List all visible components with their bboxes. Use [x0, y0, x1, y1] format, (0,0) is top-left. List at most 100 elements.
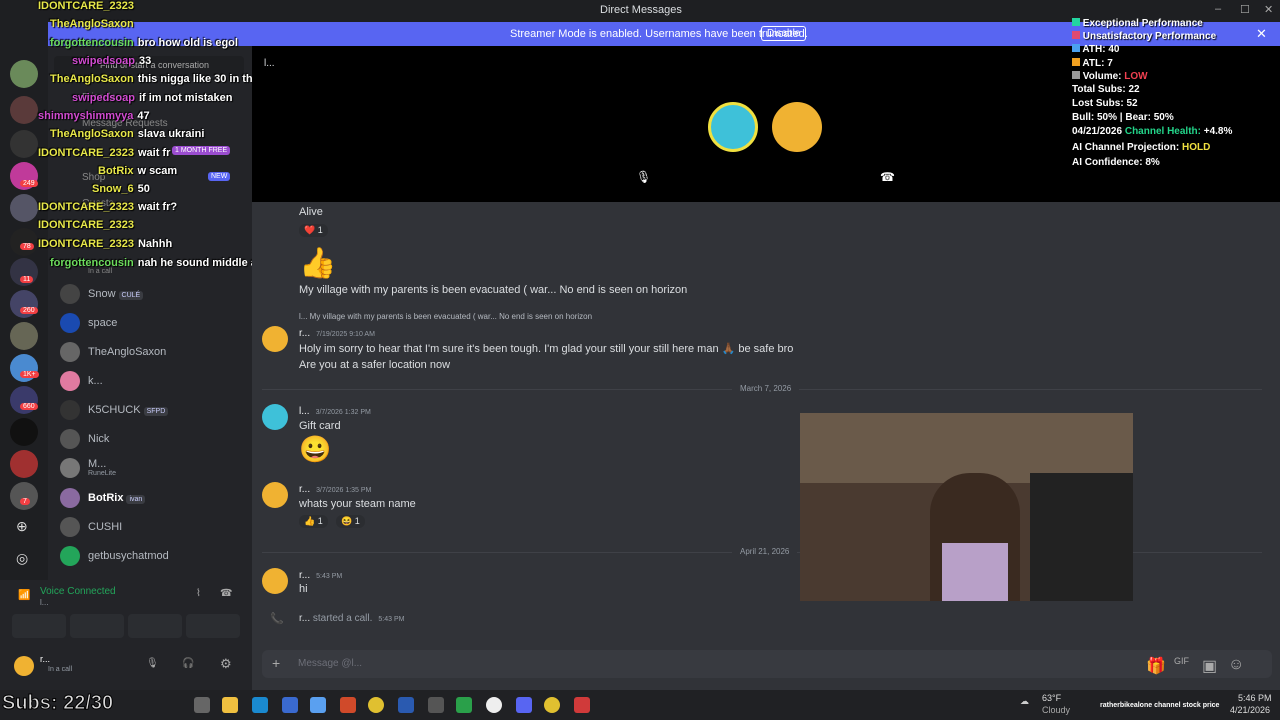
add-server-icon[interactable]: ⊕ — [16, 518, 28, 535]
dm-item[interactable]: K5CHUCK SFPD — [60, 398, 250, 424]
reply-reference[interactable]: l... My village with my parents is been … — [299, 312, 592, 321]
discover-icon[interactable]: ◎ — [16, 550, 28, 567]
add-attachment-icon[interactable]: + — [272, 655, 280, 671]
participant-avatar[interactable] — [708, 102, 758, 152]
settings-gear-icon[interactable]: ⚙ — [220, 656, 232, 672]
mic-icon[interactable]: 🎙 — [146, 658, 159, 669]
voice-channel: l... — [40, 598, 49, 607]
dm-item[interactable]: Nick — [60, 427, 250, 453]
dm-item[interactable]: BotRix ivan — [60, 486, 250, 512]
dm-item[interactable]: M... RuneLite — [60, 456, 250, 482]
edge-icon[interactable] — [252, 697, 268, 713]
activities-button[interactable] — [128, 614, 182, 638]
message-text: Are you at a safer location now — [299, 359, 451, 371]
message-author: l... 3/7/2026 1:32 PM — [299, 406, 371, 417]
disable-button[interactable]: Disable — [761, 26, 807, 41]
atl-stat: ATL: 7 — [1072, 58, 1113, 69]
server-icon[interactable] — [10, 322, 38, 350]
app-icon[interactable] — [310, 697, 326, 713]
server-icon[interactable] — [10, 482, 38, 510]
discord-icon[interactable] — [516, 697, 532, 713]
voice-status: Voice Connected — [40, 586, 116, 597]
bull-bear: Bull: 50% | Bear: 50% — [1072, 112, 1174, 123]
message-text: My village with my parents is been evacu… — [299, 284, 688, 296]
microphone-icon: 🎙 — [636, 170, 652, 184]
dm-item[interactable]: space — [60, 311, 250, 337]
dm-item[interactable]: k... — [60, 369, 250, 395]
file-explorer-icon[interactable] — [222, 697, 238, 713]
volume-stat: Volume: LOW — [1072, 71, 1148, 82]
reaction[interactable]: ❤️ 1 — [299, 224, 328, 237]
screenshare-button[interactable] — [70, 614, 124, 638]
dm-name: k... — [88, 375, 103, 387]
dm-item[interactable]: getbusychatmod — [60, 544, 250, 570]
dm-item[interactable]: CUSHI — [60, 515, 250, 541]
weather-temp: 63°F — [1042, 693, 1062, 703]
word-icon[interactable] — [398, 697, 414, 713]
avatar[interactable] — [262, 482, 288, 508]
avatar[interactable] — [262, 568, 288, 594]
disconnect-icon[interactable]: ☎ — [220, 588, 232, 599]
message-text: Holy im sorry to hear that I'm sure it's… — [299, 343, 794, 355]
taskbar: Subs: 22/30 ☁ 63°F Cloudy ratherbikealon… — [0, 690, 1280, 720]
server-badge: 260 — [20, 307, 38, 314]
smile-emoji: 😀 — [299, 434, 332, 464]
chat-line: Snow_6 50 — [92, 183, 150, 195]
avatar[interactable] — [262, 326, 288, 352]
chrome-icon[interactable] — [368, 697, 384, 713]
app-icon[interactable] — [340, 697, 356, 713]
participant-avatar[interactable] — [772, 102, 822, 152]
reaction[interactable]: 😆 1 — [336, 515, 365, 528]
stock-ticker: ratherbikealone channel stock price — [1100, 702, 1220, 709]
composer: + Message @l... 🎁 GIF ▣ ☺ — [252, 642, 1280, 690]
chat-line: TheAngloSaxon — [50, 18, 134, 30]
app-icon[interactable] — [486, 697, 502, 713]
clock-date: 4/21/2026 — [1230, 705, 1271, 715]
avatar[interactable] — [14, 656, 34, 676]
chat-line: BotRix w scam — [98, 165, 178, 177]
chat-line: swipedsoap if im not mistaken — [72, 92, 233, 104]
message-text: whats your steam name — [299, 498, 416, 510]
app-icon[interactable] — [428, 697, 444, 713]
total-subs: Total Subs: 22 — [1072, 84, 1140, 95]
channel-health: 04/21/2026 Channel Health: +4.8% — [1072, 126, 1233, 137]
headphones-icon[interactable]: 🎧 — [182, 658, 194, 669]
camera-button[interactable] — [12, 614, 66, 638]
taskview-icon[interactable] — [194, 697, 210, 713]
message-input[interactable]: + Message @l... 🎁 GIF ▣ ☺ — [262, 650, 1272, 678]
maximize-icon[interactable]: ☐ — [1240, 3, 1250, 16]
xbox-icon[interactable] — [456, 697, 472, 713]
dm-name: TheAngloSaxon — [88, 346, 167, 358]
dm-name: CUSHI — [88, 521, 123, 533]
store-icon[interactable] — [282, 697, 298, 713]
app-icon[interactable] — [574, 697, 590, 713]
chat-line: forgottencousin bro how old is egol — [50, 37, 238, 49]
stats-overlay: Exceptional Performance Unsatisfactory P… — [1068, 16, 1280, 176]
emoji-icon[interactable]: ☺ — [1228, 656, 1244, 674]
dm-item[interactable]: TheAngloSaxon — [60, 340, 250, 366]
minimize-icon[interactable]: – — [1215, 3, 1221, 15]
reaction[interactable]: 👍 1 — [299, 515, 328, 528]
close-icon[interactable]: ✕ — [1264, 3, 1273, 16]
phone-icon: 📞 — [270, 613, 284, 625]
gift-icon[interactable]: 🎁 — [1146, 656, 1166, 676]
message-author: r... 3/7/2026 1:35 PM — [299, 484, 372, 495]
avatar[interactable] — [262, 404, 288, 430]
chrome-icon[interactable] — [544, 697, 560, 713]
dm-name: M... — [88, 458, 107, 470]
chat-line: IDONTCARE_2323 wait fr? — [38, 201, 178, 213]
webcam-feed — [800, 413, 1133, 601]
dm-name: Nick — [88, 433, 110, 445]
dm-name: Snow — [88, 288, 116, 300]
sticker-icon[interactable]: ▣ — [1202, 656, 1217, 676]
window-title: Direct Messages — [600, 4, 682, 16]
gif-icon[interactable]: GIF — [1174, 656, 1189, 666]
server-icon[interactable] — [10, 450, 38, 478]
user-status: In a call — [48, 666, 73, 673]
soundboard-button[interactable] — [186, 614, 240, 638]
thumbs-up-emoji: 👍 — [299, 247, 337, 280]
server-icon[interactable] — [10, 418, 38, 446]
dm-item[interactable]: Snow CULÉ — [60, 282, 250, 308]
voice-panel: 📶 Voice Connected l... ⌇ ☎ r... In a cal… — [0, 580, 252, 690]
noise-suppression-icon[interactable]: ⌇ — [196, 588, 201, 599]
